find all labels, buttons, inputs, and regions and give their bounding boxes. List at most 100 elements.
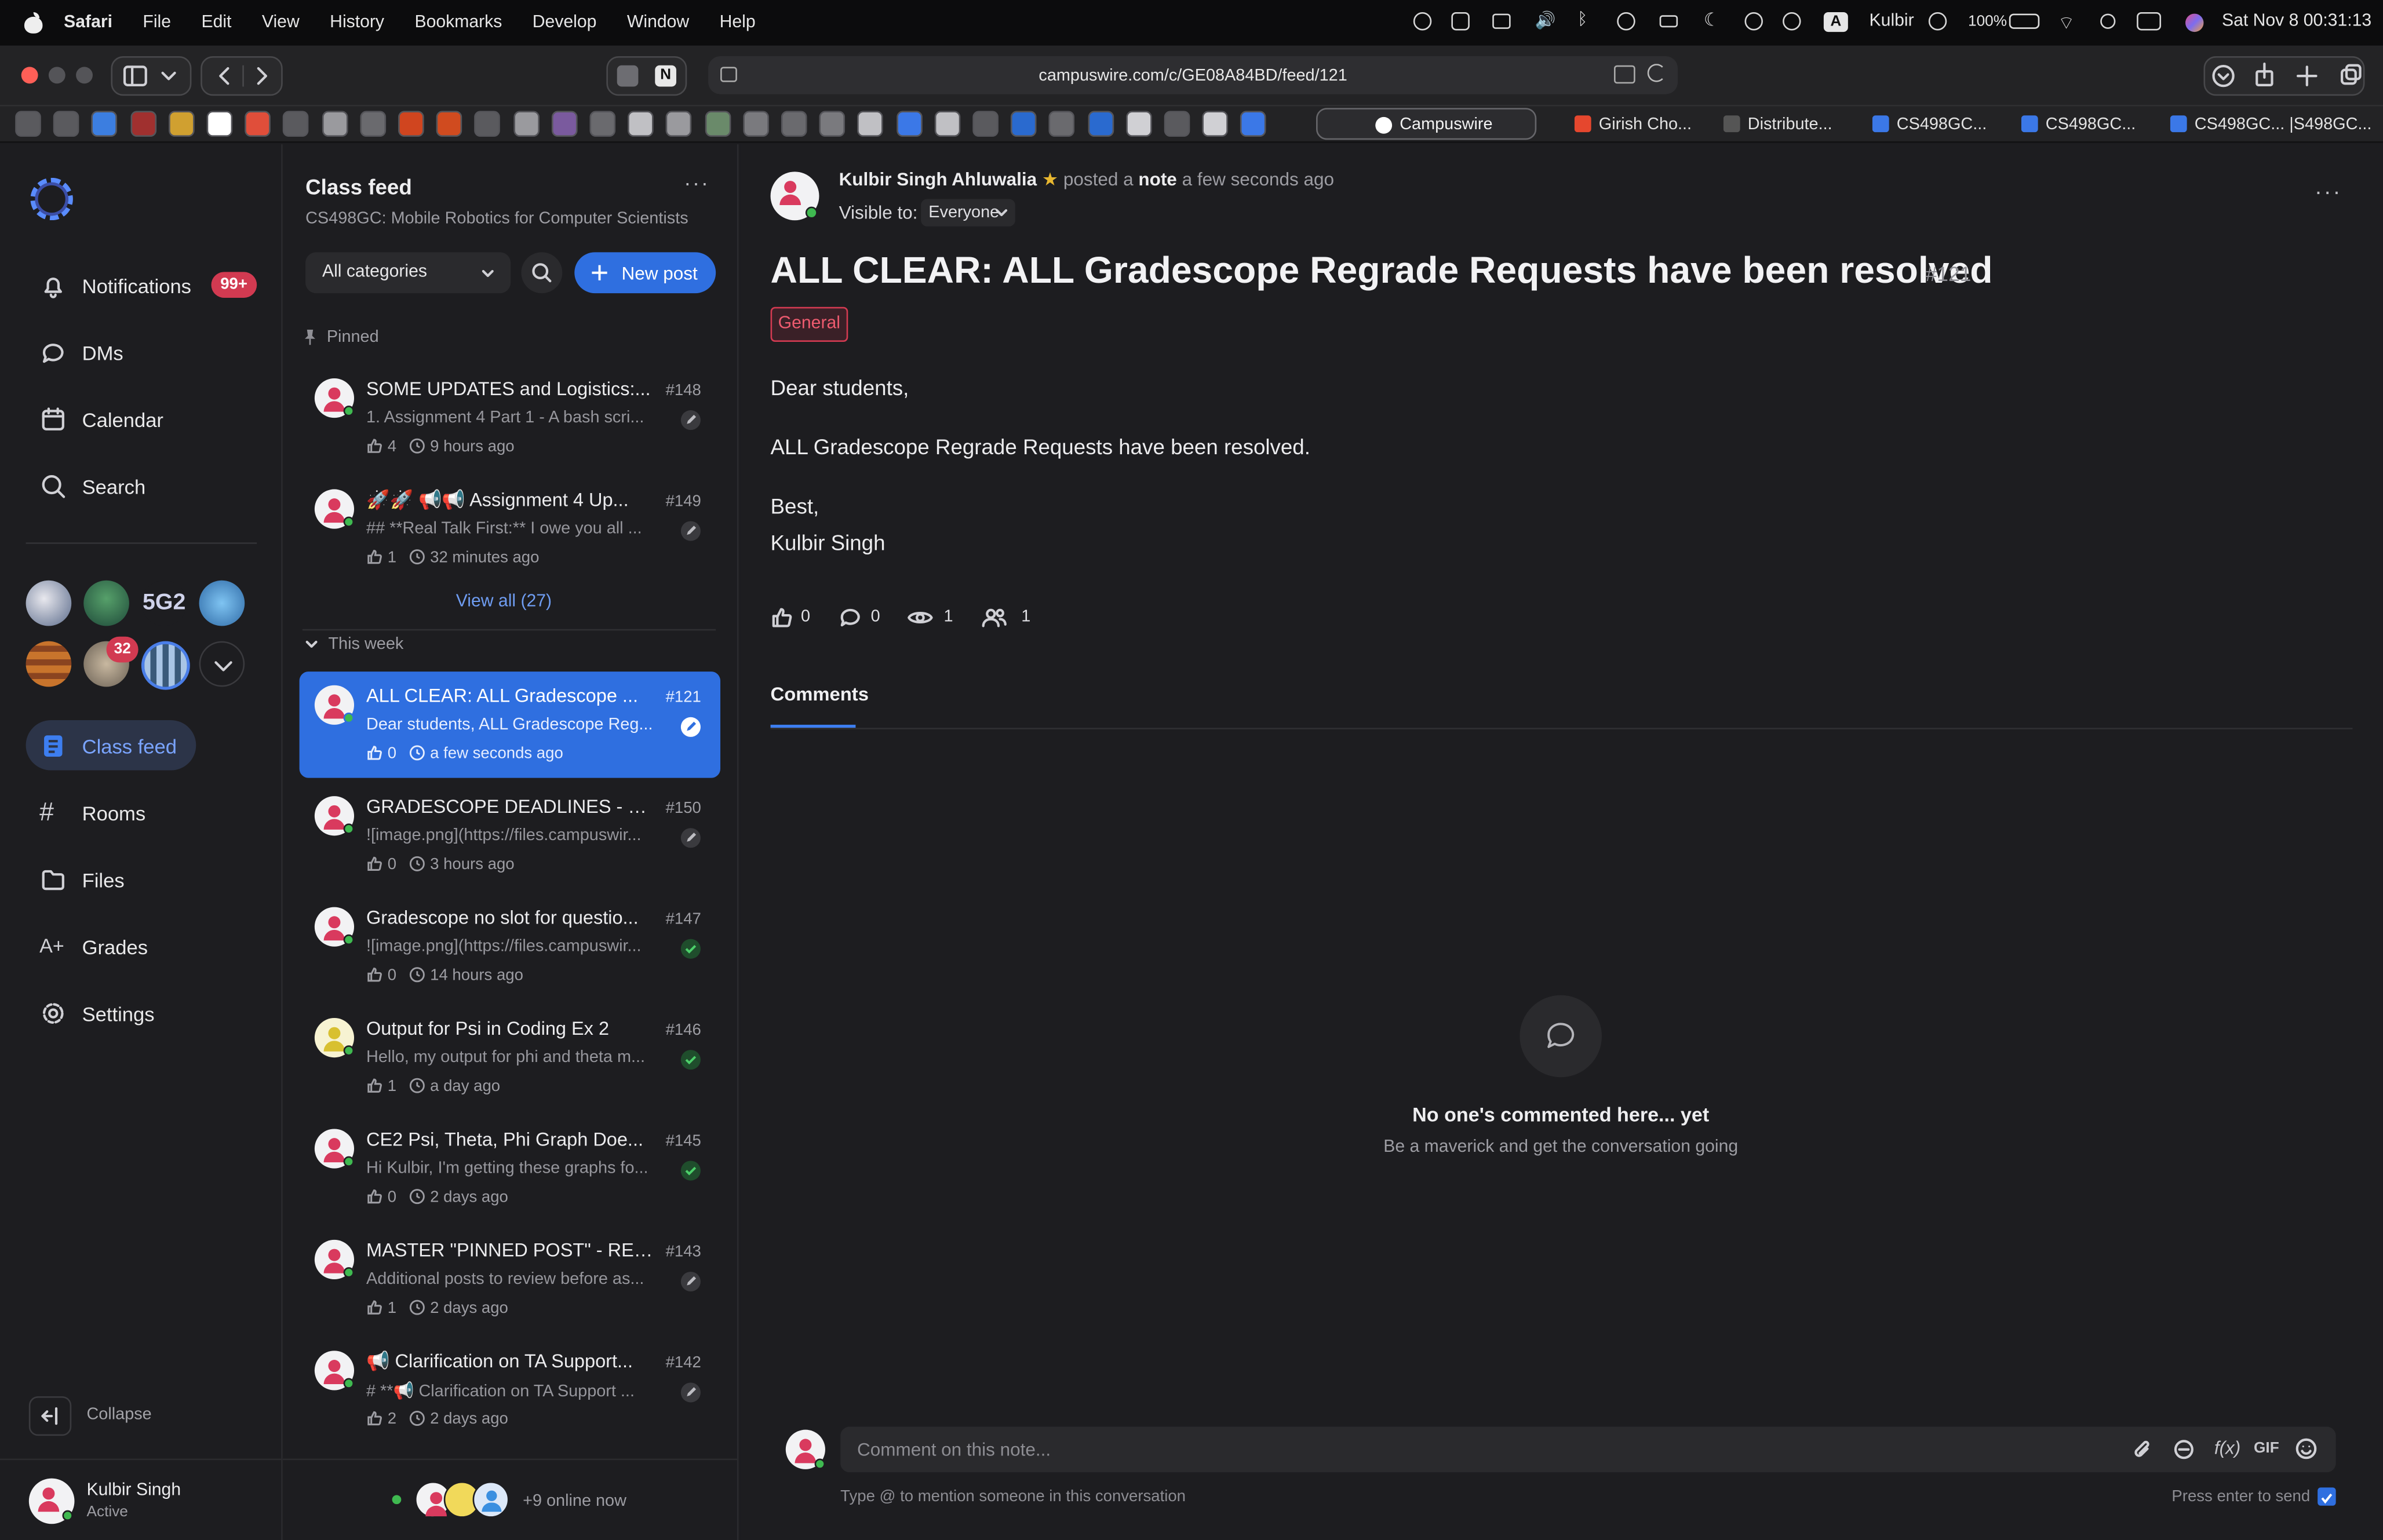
bookmark-favicon-icon[interactable]: [1164, 111, 1190, 137]
feed-more-icon[interactable]: ···: [684, 170, 710, 195]
comment-count-button[interactable]: 0: [839, 605, 885, 632]
bookmark-favicon-icon[interactable]: [551, 111, 577, 137]
menu-bookmarks[interactable]: Bookmarks: [414, 14, 502, 32]
apple-icon[interactable]: [24, 12, 43, 34]
bookmark-favicon-icon[interactable]: [398, 111, 424, 137]
category-tag[interactable]: General: [770, 306, 848, 342]
bookmark-favicon-icon[interactable]: [589, 111, 616, 137]
bookmark-favicon-icon[interactable]: [245, 111, 271, 137]
input-source-icon[interactable]: A: [1823, 12, 1848, 32]
collapse-label[interactable]: Collapse: [86, 1406, 151, 1424]
nav-settings[interactable]: Settings: [39, 995, 155, 1032]
bookmark-favicon-icon[interactable]: [206, 111, 233, 137]
menu-view[interactable]: View: [262, 14, 300, 32]
back-forward-buttons[interactable]: [201, 56, 283, 96]
menu-develop[interactable]: Develop: [533, 14, 597, 32]
menu-help[interactable]: Help: [720, 14, 756, 32]
tab-campuswire[interactable]: Campuswire: [1316, 108, 1537, 140]
menubar-user[interactable]: Kulbir: [1870, 12, 1914, 30]
bookmark-favicon-icon[interactable]: [513, 111, 539, 137]
online-avatar-3[interactable]: [472, 1481, 509, 1518]
notion-icon[interactable]: N: [655, 65, 676, 87]
author-name[interactable]: Kulbir Singh Ahluwalia: [839, 169, 1037, 190]
bookmark-favicon-icon[interactable]: [283, 111, 309, 137]
nav-calendar[interactable]: Calendar: [39, 401, 163, 437]
feed-search-button[interactable]: [521, 252, 563, 294]
bookmark-favicon-icon[interactable]: [130, 111, 156, 137]
tab-distribute[interactable]: Distribute...: [1723, 108, 1836, 140]
nav-search[interactable]: Search: [39, 468, 145, 505]
nav-rooms[interactable]: # Rooms: [39, 795, 145, 831]
like-button[interactable]: 0: [771, 605, 817, 632]
menu-file[interactable]: File: [143, 14, 171, 32]
server-avatar-1[interactable]: [25, 580, 72, 626]
wifi-icon[interactable]: ⌔: [2058, 12, 2075, 35]
formula-icon[interactable]: f(x): [2214, 1437, 2240, 1459]
tab-cs498-1[interactable]: CS498GC...: [1872, 108, 1991, 140]
comment-input[interactable]: Comment on this note... f(x) GIF: [840, 1426, 2336, 1473]
bookmark-favicon-icon[interactable]: [1087, 111, 1114, 137]
bluetooth-icon[interactable]: ᛒ: [1577, 10, 1587, 28]
bookmark-favicon-icon[interactable]: [666, 111, 693, 137]
tab-cs498-2[interactable]: CS498GC...: [2021, 108, 2140, 140]
bookmark-favicon-icon[interactable]: [896, 111, 922, 137]
control-center-icon[interactable]: [2137, 12, 2162, 31]
tab-girish[interactable]: Girish Cho...: [1574, 108, 1699, 140]
comments-tab[interactable]: Comments: [771, 684, 869, 705]
activity-icon[interactable]: [1659, 15, 1678, 28]
openai-icon[interactable]: [1413, 12, 1432, 31]
bookmark-favicon-icon[interactable]: [1202, 111, 1229, 137]
tab-cs498-3[interactable]: CS498GC... |S498GC...: [2170, 108, 2377, 140]
enter-to-send-checkbox[interactable]: [2318, 1487, 2336, 1506]
sticker-icon[interactable]: [2173, 1439, 2195, 1460]
siri-icon[interactable]: [2185, 13, 2204, 32]
bookmark-favicon-icon[interactable]: [704, 111, 731, 137]
menu-window[interactable]: Window: [627, 14, 689, 32]
fingerprint-icon[interactable]: [1744, 12, 1763, 31]
bookmark-favicon-icon[interactable]: [781, 111, 807, 137]
view-all-link[interactable]: View all (27): [456, 593, 552, 611]
bookmark-favicon-icon[interactable]: [168, 111, 195, 137]
url-text[interactable]: campuswire.com/c/GE08A84BD/feed/121: [1039, 66, 1347, 84]
menu-history[interactable]: History: [330, 14, 384, 32]
bookmark-favicon-icon[interactable]: [475, 111, 501, 137]
gif-button[interactable]: GIF: [2254, 1440, 2279, 1457]
category-select[interactable]: All categories: [305, 252, 511, 294]
close-window-button[interactable]: [21, 67, 38, 84]
bookmark-favicon-icon[interactable]: [972, 111, 999, 137]
menu-app[interactable]: Safari: [64, 14, 112, 32]
bookmark-favicon-icon[interactable]: [92, 111, 118, 137]
post-more-icon[interactable]: ···: [2315, 179, 2342, 205]
minimize-window-button[interactable]: [48, 67, 65, 84]
visibility-select[interactable]: Everyone: [921, 199, 1015, 227]
emoji-icon[interactable]: [2295, 1437, 2318, 1460]
url-bar[interactable]: campuswire.com/c/GE08A84BD/feed/121: [708, 56, 1678, 94]
bookmark-favicon-icon[interactable]: [15, 111, 41, 137]
display-icon[interactable]: [1492, 13, 1511, 29]
page-menu-icon[interactable]: [720, 67, 737, 82]
server-avatar-5[interactable]: [25, 641, 72, 687]
server-avatar-3[interactable]: 5G2: [141, 580, 187, 626]
battery-icon[interactable]: [2009, 13, 2040, 29]
paperclip-icon[interactable]: [2132, 1439, 2154, 1460]
focus-moon-icon[interactable]: ☾: [1704, 9, 1720, 31]
nav-dms[interactable]: DMs: [39, 334, 123, 371]
bookmark-favicon-icon[interactable]: [359, 111, 386, 137]
bookmark-favicon-icon[interactable]: [436, 111, 462, 137]
chevron-down-icon[interactable]: [304, 637, 319, 652]
menu-edit[interactable]: Edit: [201, 14, 231, 32]
bookmark-favicon-icon[interactable]: [742, 111, 769, 137]
volume-icon[interactable]: 🔊: [1535, 10, 1556, 30]
server-avatar-4[interactable]: [199, 580, 245, 626]
pinned-tab-buttons[interactable]: N: [606, 56, 687, 96]
campuswire-logo[interactable]: [30, 177, 73, 221]
wireless-icon[interactable]: [1451, 12, 1470, 31]
bookmark-favicon-icon[interactable]: [53, 111, 79, 137]
bookmark-favicon-icon[interactable]: [1240, 111, 1267, 137]
app-icon[interactable]: [617, 65, 639, 87]
translate-icon[interactable]: [1613, 65, 1635, 84]
nav-grades[interactable]: A+ Grades: [39, 928, 148, 965]
reload-icon[interactable]: [1647, 64, 1666, 82]
nav-notifications[interactable]: Notifications: [39, 268, 191, 304]
collapse-button[interactable]: [28, 1396, 72, 1436]
